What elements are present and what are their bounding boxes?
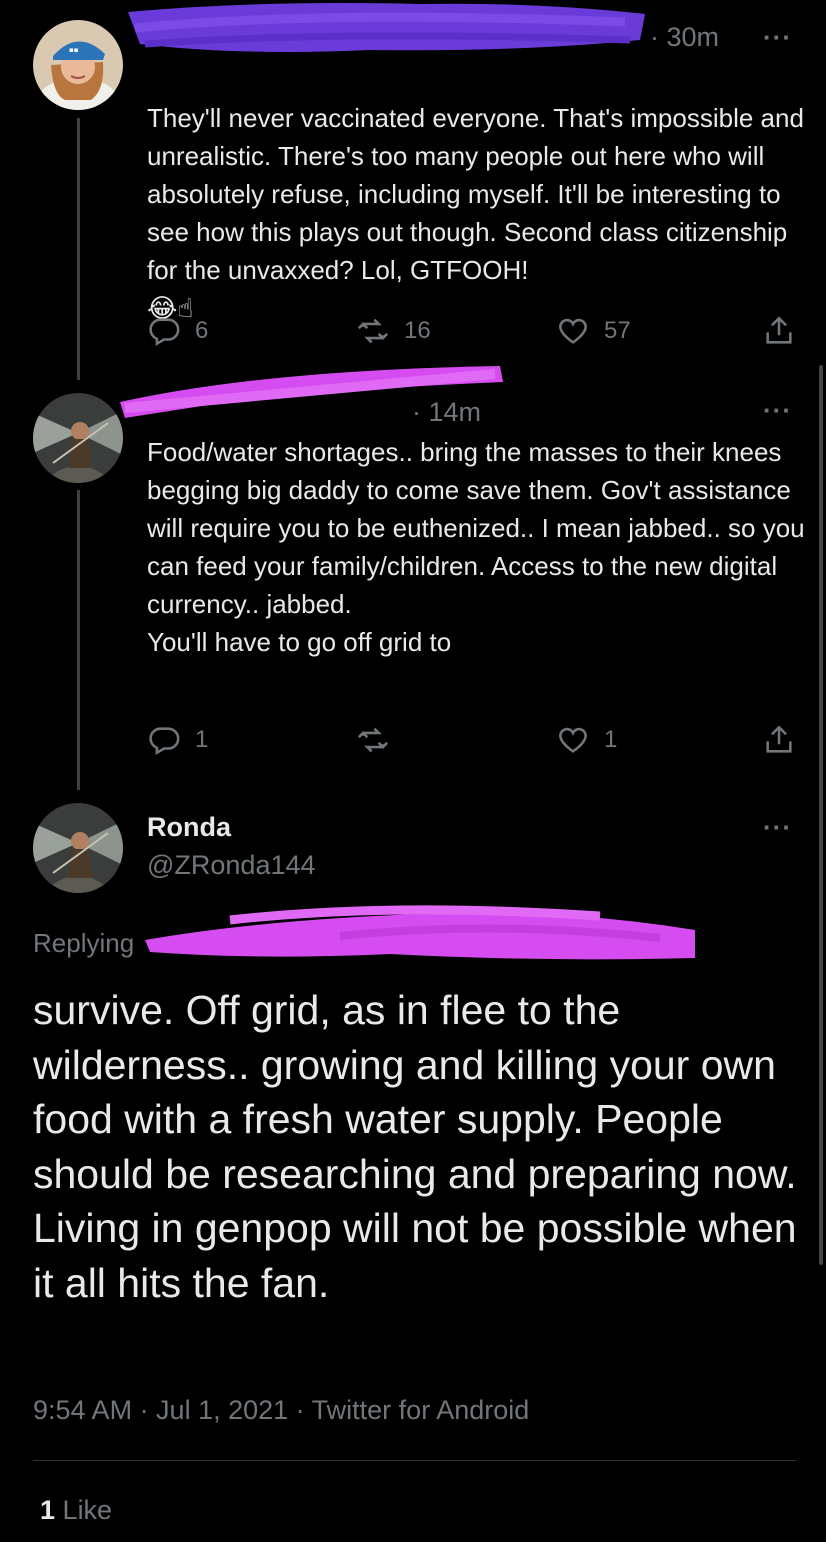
- tweet-text: They'll never vaccinated everyone. That'…: [147, 61, 807, 328]
- tweet-text-body: They'll never vaccinated everyone. That'…: [147, 103, 804, 285]
- avatar[interactable]: [33, 393, 123, 483]
- likes-count[interactable]: 1 Like: [40, 1495, 112, 1526]
- retweet-button[interactable]: [356, 723, 404, 757]
- like-icon: [559, 318, 587, 344]
- share-icon: [766, 725, 792, 753]
- tweet-body: survive. Off grid, as in flee to the wil…: [33, 987, 797, 1306]
- likes-label: Like: [62, 1495, 113, 1525]
- redaction-scribble: [145, 905, 695, 960]
- tweet-timestamp[interactable]: 9:54 AM · Jul 1, 2021 · Twitter for Andr…: [33, 1395, 529, 1426]
- like-button[interactable]: 57: [556, 314, 631, 348]
- retweet-icon: [357, 727, 389, 753]
- thread-line: [77, 118, 80, 380]
- reply-icon: [149, 727, 180, 756]
- avatar[interactable]: ▪▪: [33, 20, 123, 110]
- redaction-scribble: [128, 3, 645, 52]
- tweet-text: Food/water shortages.. bring the masses …: [147, 437, 805, 657]
- like-count: 1: [604, 726, 618, 753]
- retweet-count: 16: [404, 317, 431, 344]
- like-icon: [559, 727, 587, 753]
- more-options-icon[interactable]: ···: [763, 395, 792, 426]
- share-button[interactable]: [762, 723, 810, 757]
- replying-to: Replying: [33, 928, 135, 958]
- user-handle[interactable]: @ZRonda144: [147, 850, 316, 881]
- thread-line: [77, 490, 80, 790]
- tweet-time: · 30m: [650, 22, 720, 52]
- retweet-button[interactable]: 16: [356, 314, 431, 348]
- display-name[interactable]: Ronda: [147, 812, 231, 843]
- reply-icon: [149, 318, 180, 347]
- retweet-icon: [357, 318, 389, 344]
- reply-button[interactable]: 6: [147, 314, 208, 348]
- reply-count: 1: [195, 726, 209, 753]
- reply-count: 6: [195, 317, 209, 344]
- like-count: 57: [604, 317, 631, 344]
- scrollbar[interactable]: [819, 365, 823, 1265]
- divider: [33, 1460, 796, 1461]
- likes-number: 1: [40, 1495, 56, 1525]
- more-options-icon[interactable]: ···: [763, 22, 792, 53]
- reply-button[interactable]: 1: [147, 723, 208, 757]
- avatar[interactable]: [33, 803, 123, 893]
- more-options-icon[interactable]: ···: [763, 812, 792, 843]
- tweet-time: · 14m: [412, 397, 482, 427]
- like-button[interactable]: 1: [556, 723, 617, 757]
- share-icon: [766, 316, 792, 344]
- share-button[interactable]: [762, 314, 810, 348]
- svg-text:▪▪: ▪▪: [69, 46, 79, 54]
